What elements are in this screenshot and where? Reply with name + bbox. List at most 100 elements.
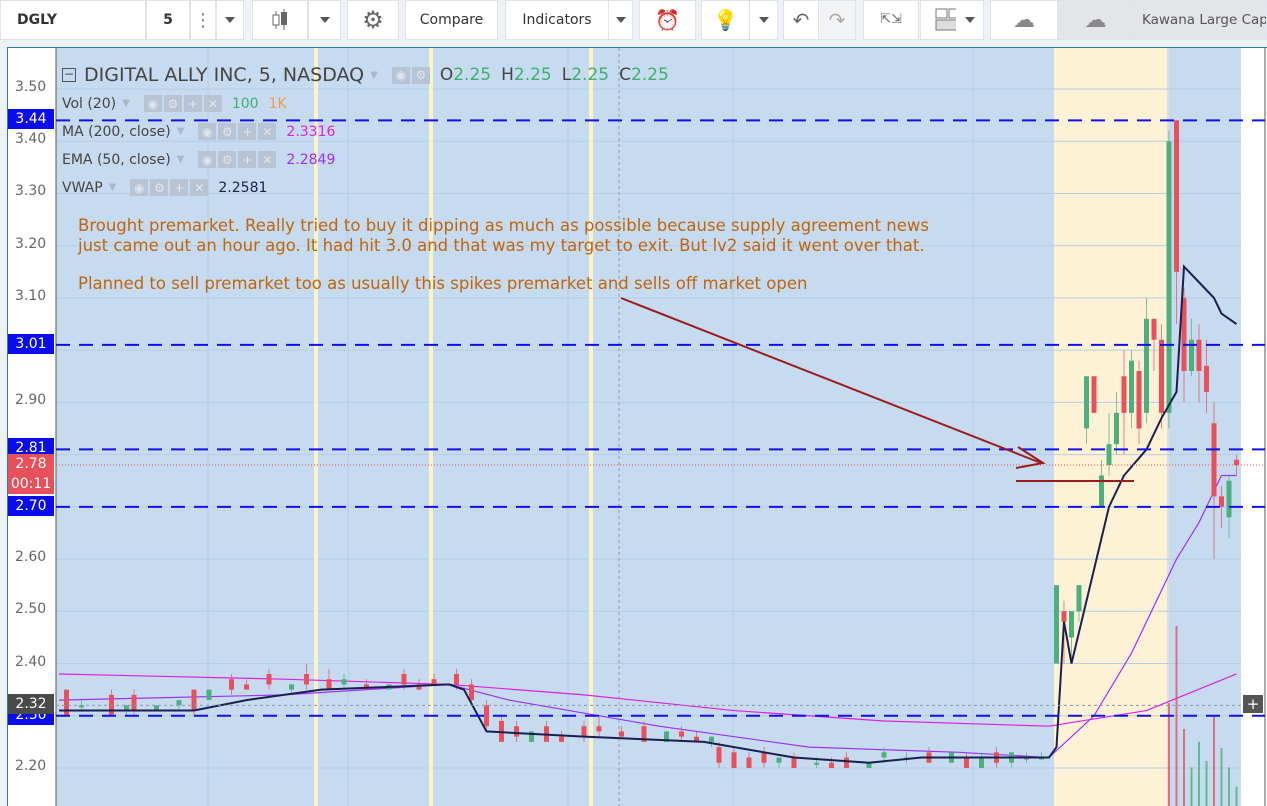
vwap-label[interactable]: VWAP [62, 180, 103, 196]
series-title[interactable]: DIGITAL ALLY INC, 5, NASDAQ [84, 64, 364, 86]
price-tick-label: 3.20 [15, 235, 47, 252]
candle-body [1219, 496, 1224, 507]
series-buttons: ◉ ⚙ [391, 66, 430, 84]
ema-legend: EMA (50, close) ▼ ◉ ⚙ + ✕ 2.2849 [62, 151, 335, 168]
candle-body [484, 705, 489, 727]
level-price-label: 2.70 [8, 495, 54, 516]
chevron-down-icon[interactable]: ▼ [122, 98, 130, 109]
candle-body [191, 689, 197, 711]
candle-body [469, 684, 474, 701]
candle-body [1226, 480, 1232, 518]
plus-icon[interactable]: + [238, 123, 257, 140]
candle-body [814, 762, 819, 765]
ideas-button[interactable]: 💡 [701, 0, 750, 40]
eye-icon[interactable]: ◉ [391, 66, 410, 84]
session-break [429, 48, 433, 806]
settings-button[interactable]: ⚙ [347, 0, 399, 40]
bar-countdown-label: 00:11 [8, 474, 54, 495]
indicators-button[interactable]: Indicators [505, 0, 609, 40]
close-icon[interactable]: ✕ [258, 123, 277, 140]
redo-button[interactable]: ↷ [818, 0, 856, 40]
close-icon[interactable]: ✕ [190, 179, 209, 196]
interval-dropdown[interactable] [216, 0, 244, 40]
undo-button[interactable]: ↶ [783, 0, 819, 40]
add-level-button[interactable]: + [1243, 695, 1263, 713]
interval-menu-icon[interactable]: ⋮ [190, 0, 216, 40]
ma-value: 2.3316 [286, 123, 336, 140]
candle-body [964, 757, 969, 768]
volume-label[interactable]: Vol (20) [62, 96, 116, 112]
fullscreen-button[interactable]: ⇱⇲ [863, 0, 919, 40]
candle-body [709, 736, 714, 742]
chevron-down-icon[interactable]: ▼ [177, 154, 185, 165]
ma-label[interactable]: MA (200, close) [62, 124, 171, 140]
candle-body [791, 757, 797, 768]
candle-body [1136, 371, 1142, 429]
ema-label[interactable]: EMA (50, close) [62, 152, 171, 168]
price-tick-label: 2.50 [15, 601, 47, 618]
chevron-down-icon [319, 17, 330, 23]
volume-bar [1168, 703, 1170, 806]
candle-body [454, 673, 459, 685]
price-tick-label: 2.90 [15, 392, 47, 409]
alert-button[interactable]: ⏰ [639, 0, 696, 40]
vwap-value: 2.2581 [218, 179, 268, 196]
volume-value: 100 [231, 95, 259, 112]
candle-body [1196, 339, 1202, 372]
candle-body [1166, 141, 1172, 413]
candle-body [679, 731, 684, 737]
candle-body [1106, 444, 1112, 466]
gear-icon[interactable]: ⚙ [218, 123, 237, 140]
volume-bar [1220, 748, 1223, 806]
annotation-text-line[interactable]: Planned to sell premarket too as usually… [78, 274, 807, 293]
eye-icon[interactable]: ◉ [143, 95, 162, 112]
gear-icon[interactable]: ⚙ [150, 179, 169, 196]
chevron-down-icon[interactable]: ▼ [109, 182, 117, 193]
save-layout-button[interactable]: ☁ [1057, 0, 1134, 40]
annotation-text-line[interactable]: just came out an hour ago. It had hit 3.… [78, 236, 925, 255]
volume-bar [1205, 761, 1208, 806]
candle-body [289, 684, 294, 690]
eye-icon[interactable]: ◉ [130, 179, 149, 196]
compare-button[interactable]: Compare [405, 0, 498, 40]
load-layout-button[interactable]: ☁ [990, 0, 1058, 40]
plus-icon[interactable]: + [183, 95, 202, 112]
price-tick-label: 2.60 [15, 549, 47, 566]
close-icon[interactable]: ✕ [258, 151, 277, 168]
gear-icon[interactable]: ⚙ [411, 66, 430, 84]
volume-bar [1198, 741, 1200, 806]
candle-body [746, 757, 752, 768]
candle-body [514, 726, 519, 737]
watchlist-button[interactable]: Kawana Large Cap [1133, 0, 1267, 40]
indicators-dropdown[interactable] [608, 0, 633, 40]
plus-icon[interactable]: + [238, 151, 257, 168]
candle-body [1159, 339, 1164, 413]
chevron-down-icon[interactable]: ▼ [370, 70, 378, 81]
ohlc-close: 2.25 [630, 65, 669, 85]
candle-body [1174, 120, 1179, 272]
chart-type-dropdown[interactable] [308, 0, 341, 40]
interval-button[interactable]: 5 [146, 0, 190, 40]
candle-body [1114, 412, 1119, 445]
collapse-icon[interactable]: − [62, 68, 76, 82]
chevron-down-icon[interactable]: ▼ [177, 126, 185, 137]
chevron-down-icon [615, 17, 626, 23]
layout-dropdown[interactable] [956, 0, 984, 40]
eye-icon[interactable]: ◉ [198, 123, 217, 140]
volume-bar [1175, 626, 1178, 806]
chart-type-button[interactable] [252, 0, 308, 40]
candle-body [844, 757, 849, 768]
price-tick-label: 2.40 [15, 653, 47, 670]
annotation-text-line[interactable]: Brought premarket. Really tried to buy i… [78, 216, 929, 235]
eye-icon[interactable]: ◉ [198, 151, 217, 168]
candles-icon [272, 9, 287, 30]
ideas-dropdown[interactable] [749, 0, 778, 40]
gear-icon[interactable]: ⚙ [218, 151, 237, 168]
gear-icon[interactable]: ⚙ [163, 95, 182, 112]
candle-body [596, 726, 602, 732]
ohlc-low-label: L [561, 65, 572, 85]
plus-icon[interactable]: + [170, 179, 189, 196]
candle-body [776, 757, 782, 763]
close-icon[interactable]: ✕ [203, 95, 222, 112]
symbol-input[interactable]: DGLY [0, 0, 146, 40]
